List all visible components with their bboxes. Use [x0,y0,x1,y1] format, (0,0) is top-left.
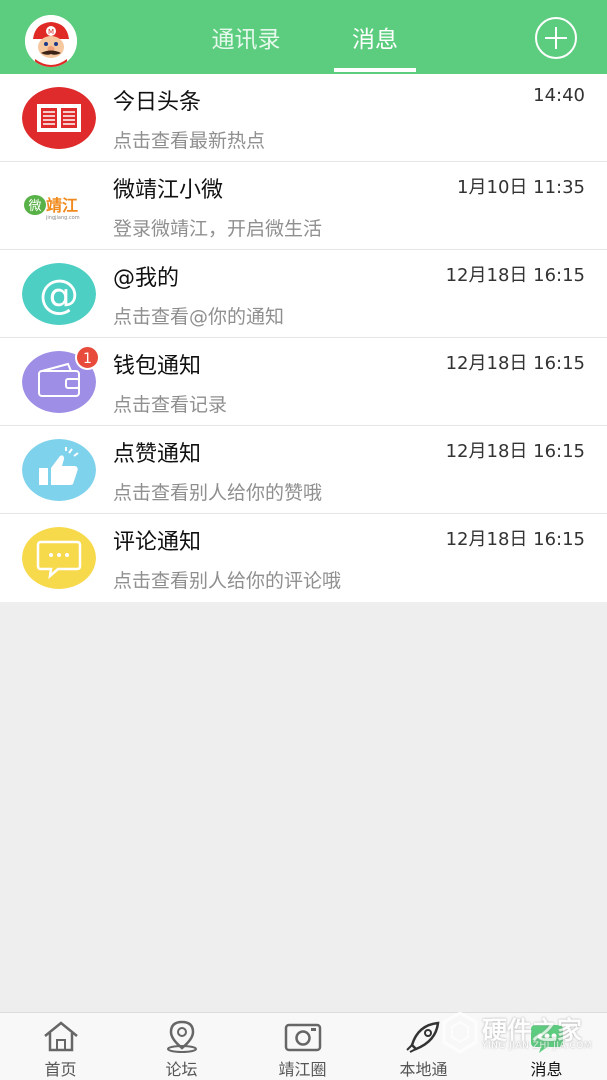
message-row-toutiao[interactable]: 今日头条 点击查看最新热点 14:40 [0,74,607,162]
location-pin-icon [166,1020,197,1053]
message-row-weijingjiang[interactable]: 微 靖江 jingjiang.com 微靖江小微 登录微靖江，开启微生活 1月1… [0,162,607,250]
user-avatar[interactable]: M [25,15,77,67]
message-title: 钱包通知 [113,354,202,379]
watermark: 硬件之家 YING JIAN ZHI JIA.COM [440,1008,607,1058]
comment-icon [22,527,96,589]
message-time: 14:40 [533,85,585,106]
nav-item-home[interactable]: 首页 [0,1013,121,1080]
message-row-wallet[interactable]: 1 钱包通知 点击查看记录 12月18日 16:15 [0,338,607,426]
message-title: @我的 [113,266,180,291]
camera-icon [284,1023,321,1052]
watermark-logo-icon [442,1011,478,1054]
message-list: 今日头条 点击查看最新热点 14:40 微 靖江 jingjiang.com 微… [0,74,607,602]
nav-item-circle[interactable]: 靖江圈 [242,1013,363,1080]
messages-screen: M 通讯录 消息 今日头条 点击查看最新热点 14:40 微 靖江 jingji… [0,0,607,1080]
message-title: 点赞通知 [113,442,202,467]
message-time: 12月18日 16:15 [445,265,585,286]
svg-text:@: @ [39,272,79,318]
nav-label: 消息 [530,1060,563,1079]
home-icon [43,1021,78,1052]
watermark-subtext: YING JIAN ZHI JIA.COM [482,1041,593,1051]
message-time: 12月18日 16:15 [445,441,585,462]
thumbs-up-icon [22,439,96,501]
at-icon: @ [22,263,96,325]
message-title: 评论通知 [113,530,202,555]
nav-label: 靖江圈 [278,1060,327,1079]
tab-messages[interactable]: 消息 [334,20,416,60]
weijingjiang-logo: 微 靖江 jingjiang.com [22,175,96,237]
message-row-comments[interactable]: 评论通知 点击查看别人给你的评论哦 12月18日 16:15 [0,514,607,602]
nav-label: 本地通 [399,1060,448,1079]
message-time: 1月10日 11:35 [457,177,585,198]
message-subtitle: 点击查看别人给你的评论哦 [113,570,342,592]
news-icon [22,87,96,149]
add-icon[interactable] [535,17,577,59]
message-subtitle: 点击查看记录 [113,394,228,416]
top-bar: M 通讯录 消息 [0,0,607,74]
message-row-mentions[interactable]: @ @我的 点击查看@你的通知 12月18日 16:15 [0,250,607,338]
message-subtitle: 点击查看最新热点 [113,130,266,152]
svg-text:M: M [48,28,54,36]
message-subtitle: 点击查看@你的通知 [113,306,285,328]
message-title: 微靖江小微 [113,178,224,203]
svg-text:jingjiang.com: jingjiang.com [45,215,80,221]
active-tab-indicator [334,68,416,72]
message-subtitle: 登录微靖江，开启微生活 [113,218,323,240]
message-subtitle: 点击查看别人给你的赞哦 [113,482,323,504]
rocket-icon [405,1021,439,1053]
message-title: 今日头条 [113,90,202,115]
message-time: 12月18日 16:15 [445,353,585,374]
message-row-likes[interactable]: 点赞通知 点击查看别人给你的赞哦 12月18日 16:15 [0,426,607,514]
nav-label: 首页 [44,1060,77,1079]
unread-badge: 1 [75,345,100,370]
svg-text:靖江: 靖江 [46,196,78,215]
nav-label: 论坛 [165,1060,198,1079]
nav-item-forum[interactable]: 论坛 [121,1013,242,1080]
tab-contacts[interactable]: 通讯录 [196,20,296,60]
svg-text:微: 微 [28,199,41,214]
message-time: 12月18日 16:15 [445,529,585,550]
